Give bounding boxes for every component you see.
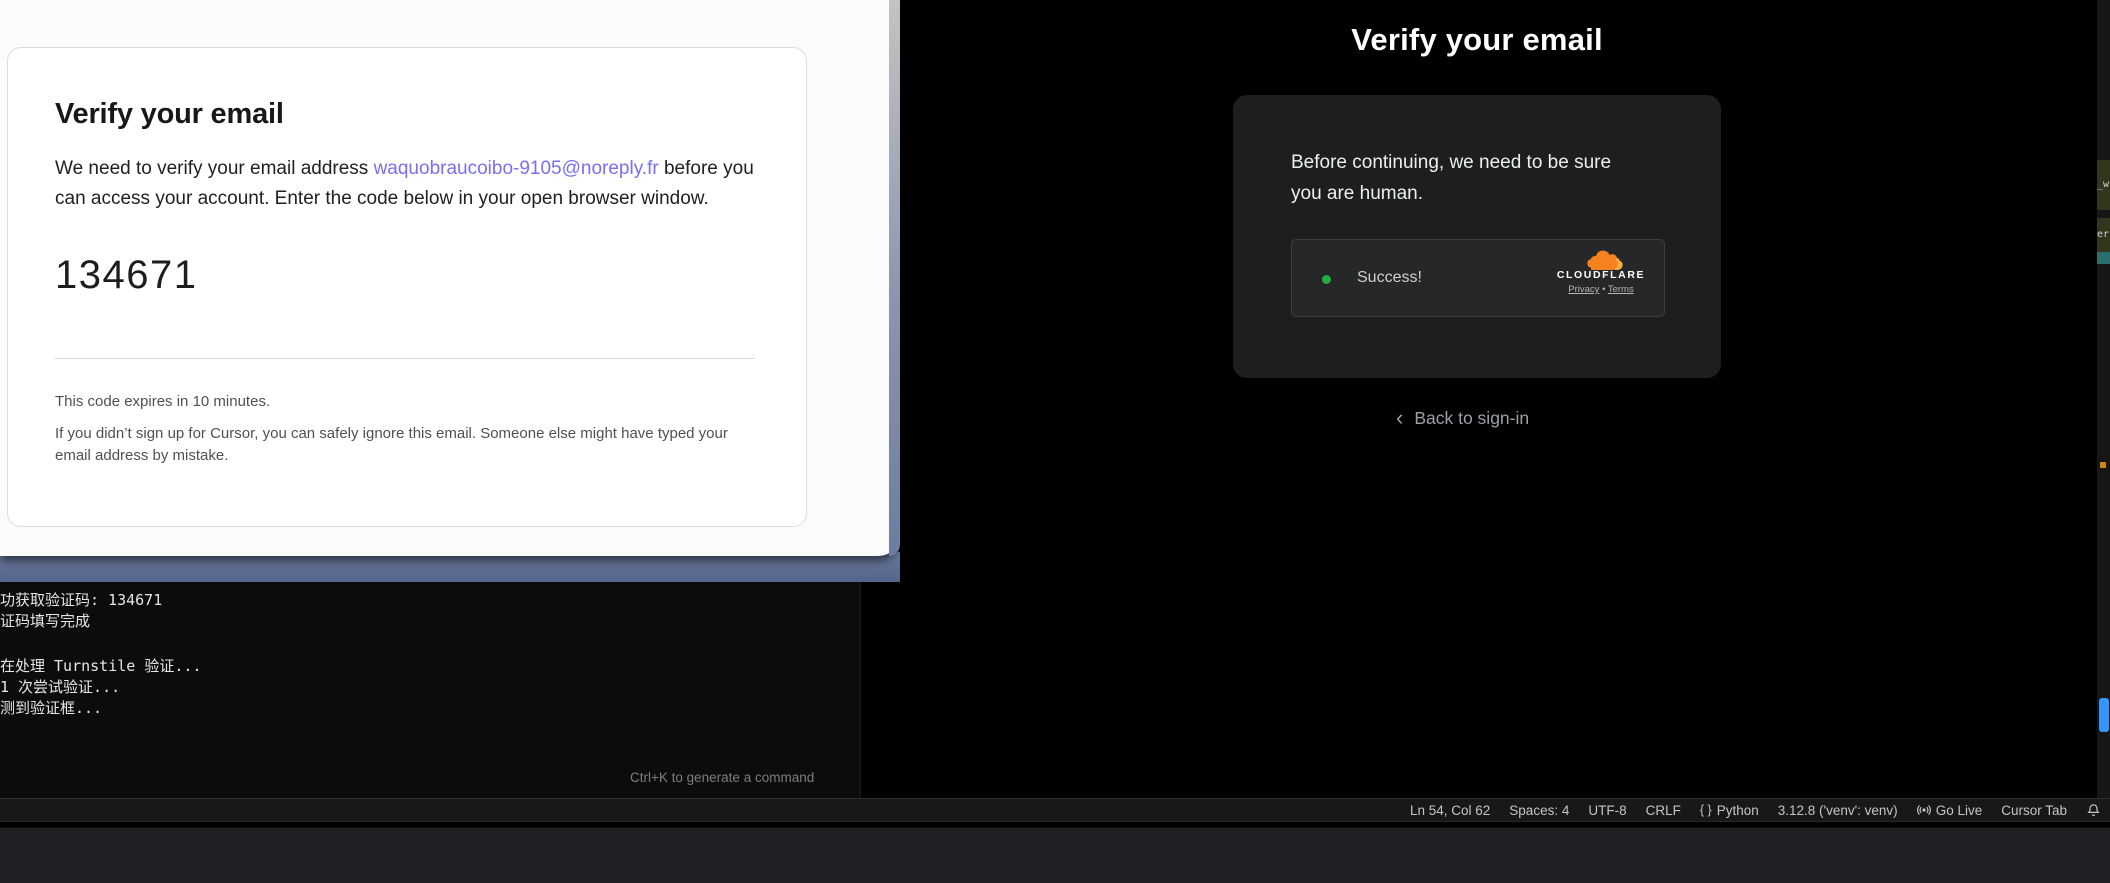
back-to-signin-label: Back to sign-in [1414,408,1529,429]
email-disclaimer: If you didn’t sign up for Cursor, you ca… [55,423,743,467]
eol-indicator[interactable]: CRLF [1646,803,1681,818]
success-dot [1322,275,1331,284]
python-interpreter-indicator[interactable]: 3.12.8 ('venv': venv) [1778,803,1898,818]
go-live-button[interactable]: Go Live [1917,803,1983,818]
back-to-signin-link[interactable]: ‹ Back to sign-in [1396,407,1529,429]
cloudflare-turnstile-widget[interactable]: Success! CLOUDFLARE Privacy • Terms [1291,239,1665,317]
terminal-line: 证码填写完成 [0,611,860,632]
email-title: Verify your email [55,98,806,131]
email-address-link[interactable]: waquobraucoibo-9105@noreply.fr [374,158,659,179]
status-bar: Ln 54, Col 62 Spaces: 4 UTF-8 CRLF { } P… [0,798,2110,822]
taskbar: ⚙ 中 S [0,827,2110,883]
scrollbar-thumb[interactable] [2099,698,2109,732]
minimap-marker [2100,462,2106,468]
email-body-before: We need to verify your email address [55,158,374,179]
email-window: Verify your email We need to verify your… [0,0,900,556]
language-mode-indicator[interactable]: { } Python [1700,803,1759,818]
terminal-line: 在处理 Turnstile 验证... [0,656,860,677]
human-check-card: Before continuing, we need to be sure yo… [1233,95,1721,378]
bell-icon [2086,803,2101,818]
background-window-strip [0,552,900,582]
terminal-line: 1 次尝试验证... [0,677,860,698]
chevron-left-icon: ‹ [1396,407,1403,429]
terminal-line [0,632,860,656]
braces-icon: { } [1700,803,1712,817]
privacy-link[interactable]: Privacy [1568,284,1599,295]
email-body: We need to verify your email address waq… [55,154,761,214]
email-window-edge [889,0,900,556]
terminal-hint: Ctrl+K to generate a command [630,770,814,785]
go-live-label: Go Live [1936,803,1983,818]
desktop-screen: Verify your email We need to verify your… [0,0,2110,883]
terms-link[interactable]: Terms [1608,284,1634,295]
cursor-tab-indicator[interactable]: Cursor Tab [2001,803,2067,818]
code-fragment: er [2097,218,2110,252]
turnstile-links: Privacy • Terms [1551,284,1651,295]
email-card: Verify your email We need to verify your… [7,47,807,527]
language-label: Python [1717,803,1759,818]
page-title: Verify your email [1233,22,1721,58]
editor-edge-sliver: _w er [2097,0,2110,798]
encoding-indicator[interactable]: UTF-8 [1588,803,1626,818]
cloudflare-wordmark: CLOUDFLARE [1551,269,1651,281]
indentation-indicator[interactable]: Spaces: 4 [1509,803,1569,818]
code-fragment: _w [2097,160,2110,210]
code-expiry-note: This code expires in 10 minutes. [55,393,806,410]
prompt-line-1: Before continuing, we need to be sure [1291,147,1611,178]
notifications-button[interactable] [2086,803,2101,818]
cloudflare-logo-icon [1579,248,1623,271]
terminal-line: 测到验证框... [0,698,860,719]
verification-code: 134671 [55,253,806,298]
code-highlight-fragment [2097,252,2110,264]
terminal-line: 功获取验证码: 134671 [0,590,860,611]
cursor-position-indicator[interactable]: Ln 54, Col 62 [1410,803,1490,818]
cloudflare-brand: CLOUDFLARE Privacy • Terms [1551,248,1651,295]
human-check-prompt: Before continuing, we need to be sure yo… [1291,147,1611,209]
terminal-panel[interactable]: 功获取验证码: 134671 证码填写完成 在处理 Turnstile 验证..… [0,582,861,798]
email-divider [55,358,755,359]
turnstile-status: Success! [1357,269,1422,287]
prompt-line-2: you are human. [1291,178,1611,209]
links-separator: • [1602,284,1605,295]
broadcast-icon [1917,803,1931,817]
